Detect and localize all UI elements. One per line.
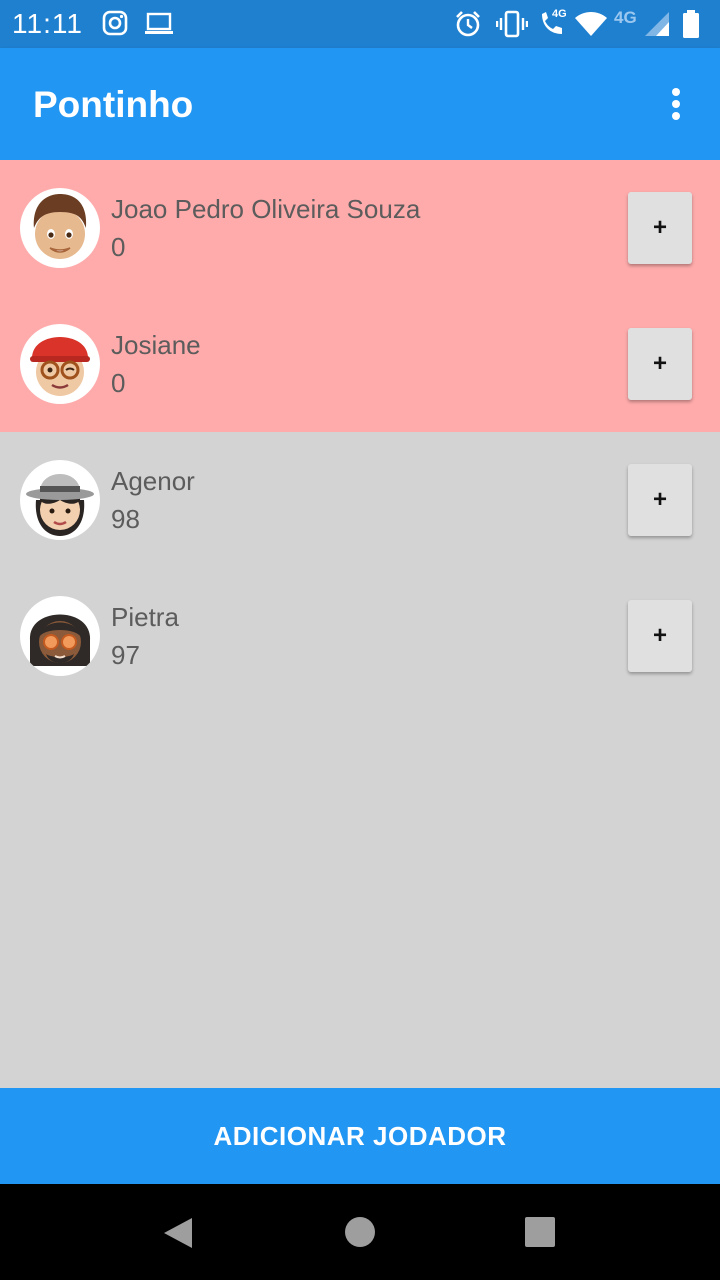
avatar bbox=[20, 324, 100, 404]
add-points-button[interactable]: + bbox=[628, 464, 692, 536]
instagram-icon bbox=[102, 10, 128, 41]
player-row: Joao Pedro Oliveira Souza 0 + bbox=[0, 160, 720, 296]
player-list: Joao Pedro Oliveira Souza 0 + Josiane 0 … bbox=[0, 160, 720, 704]
battery-icon bbox=[682, 10, 700, 43]
app-bar: Pontinho bbox=[0, 48, 720, 160]
avatar bbox=[20, 188, 100, 268]
network-type-label: 4G bbox=[552, 8, 567, 20]
player-score: 0 bbox=[111, 232, 126, 262]
player-name: Joao Pedro Oliveira Souza bbox=[111, 194, 421, 224]
avatar bbox=[20, 596, 100, 676]
signal-icon bbox=[644, 12, 670, 41]
player-name: Agenor bbox=[111, 466, 195, 496]
player-row: Josiane 0 + bbox=[0, 296, 720, 432]
player-score: 98 bbox=[111, 504, 140, 534]
more-vert-icon[interactable] bbox=[660, 84, 692, 124]
home-icon[interactable] bbox=[344, 1216, 376, 1253]
add-points-button[interactable]: + bbox=[628, 328, 692, 400]
recents-icon[interactable] bbox=[524, 1216, 556, 1253]
status-bar: 11:11 4G 4G bbox=[0, 0, 720, 48]
back-icon[interactable] bbox=[162, 1216, 194, 1255]
player-name: Pietra bbox=[111, 602, 179, 632]
app-title: Pontinho bbox=[33, 84, 194, 125]
player-name: Josiane bbox=[111, 330, 201, 360]
wifi-icon bbox=[574, 12, 608, 41]
player-row: Pietra 97 + bbox=[0, 568, 720, 704]
avatar bbox=[20, 460, 100, 540]
alarm-icon bbox=[454, 10, 482, 43]
laptop-icon bbox=[144, 12, 174, 41]
add-player-button[interactable]: ADICIONAR JODADOR bbox=[0, 1088, 720, 1184]
signal-network-label: 4G bbox=[614, 8, 637, 27]
add-points-button[interactable]: + bbox=[628, 192, 692, 264]
vibrate-icon bbox=[495, 10, 529, 43]
player-score: 97 bbox=[111, 640, 140, 670]
navigation-bar bbox=[0, 1184, 720, 1280]
player-row: Agenor 98 + bbox=[0, 432, 720, 568]
add-points-button[interactable]: + bbox=[628, 600, 692, 672]
player-score: 0 bbox=[111, 368, 126, 398]
status-time: 11:11 bbox=[12, 8, 83, 39]
